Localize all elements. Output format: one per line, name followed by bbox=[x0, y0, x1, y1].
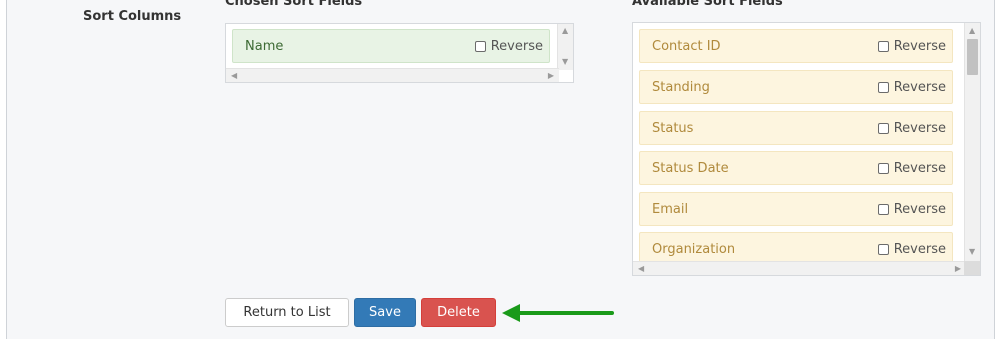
horizontal-scrollbar[interactable]: ◀ ▶ bbox=[226, 68, 559, 82]
available-field-item[interactable]: Contact ID Reverse bbox=[639, 29, 953, 63]
scroll-left-icon[interactable]: ◀ bbox=[231, 72, 237, 80]
reverse-toggle[interactable]: Reverse bbox=[877, 160, 946, 176]
reverse-checkbox[interactable] bbox=[877, 243, 889, 255]
horizontal-scrollbar[interactable]: ◀ ▶ bbox=[633, 261, 966, 275]
reverse-toggle[interactable]: Reverse bbox=[877, 201, 946, 217]
reverse-label: Reverse bbox=[893, 38, 946, 54]
delete-button[interactable]: Delete bbox=[421, 298, 496, 327]
scroll-down-icon[interactable]: ▼ bbox=[969, 248, 975, 256]
reverse-label: Reverse bbox=[893, 201, 946, 217]
chosen-fields-list[interactable]: Name Reverse ▲ ▼ ◀ ▶ bbox=[225, 23, 574, 83]
chosen-fields-header: Chosen Sort Fields bbox=[225, 0, 363, 9]
reverse-checkbox[interactable] bbox=[474, 40, 486, 52]
reverse-label: Reverse bbox=[893, 160, 946, 176]
available-field-label: Standing bbox=[652, 79, 710, 95]
reverse-label: Reverse bbox=[893, 241, 946, 257]
reverse-checkbox[interactable] bbox=[877, 81, 889, 93]
reverse-checkbox[interactable] bbox=[877, 40, 889, 52]
reverse-toggle[interactable]: Reverse bbox=[474, 38, 543, 54]
scroll-right-icon[interactable]: ▶ bbox=[955, 265, 961, 273]
available-field-item[interactable]: Standing Reverse bbox=[639, 70, 953, 104]
return-to-list-button[interactable]: Return to List bbox=[225, 298, 349, 327]
available-field-label: Status Date bbox=[652, 160, 729, 176]
reverse-toggle[interactable]: Reverse bbox=[877, 120, 946, 136]
reverse-checkbox[interactable] bbox=[877, 203, 889, 215]
scrollbar-corner bbox=[964, 261, 980, 275]
available-fields-list[interactable]: Contact ID Reverse Standing Reverse Stat… bbox=[632, 22, 981, 276]
reverse-label: Reverse bbox=[893, 120, 946, 136]
scroll-up-icon[interactable]: ▲ bbox=[562, 27, 568, 35]
available-field-label: Email bbox=[652, 201, 689, 217]
sort-form: Sort Columns Chosen Sort Fields Availabl… bbox=[6, 0, 995, 339]
reverse-toggle[interactable]: Reverse bbox=[877, 38, 946, 54]
reverse-checkbox[interactable] bbox=[877, 122, 889, 134]
green-arrow-icon bbox=[502, 304, 614, 322]
scroll-down-icon[interactable]: ▼ bbox=[562, 58, 568, 66]
available-field-label: Contact ID bbox=[652, 38, 721, 54]
scroll-left-icon[interactable]: ◀ bbox=[638, 265, 644, 273]
vertical-scrollbar[interactable]: ▲ ▼ bbox=[964, 23, 980, 261]
chosen-field-item[interactable]: Name Reverse bbox=[232, 29, 550, 63]
available-field-label: Status bbox=[652, 120, 694, 136]
available-fields-header: Available Sort Fields bbox=[632, 0, 783, 9]
available-field-item[interactable]: Status Date Reverse bbox=[639, 151, 953, 185]
reverse-label: Reverse bbox=[490, 38, 543, 54]
reverse-label: Reverse bbox=[893, 79, 946, 95]
reverse-checkbox[interactable] bbox=[877, 162, 889, 174]
scrollbar-thumb[interactable] bbox=[967, 39, 978, 75]
vertical-scrollbar[interactable]: ▲ ▼ bbox=[557, 24, 573, 70]
reverse-toggle[interactable]: Reverse bbox=[877, 79, 946, 95]
available-field-label: Organization bbox=[652, 241, 736, 257]
reverse-toggle[interactable]: Reverse bbox=[877, 241, 946, 257]
available-field-item[interactable]: Status Reverse bbox=[639, 111, 953, 145]
scroll-right-icon[interactable]: ▶ bbox=[548, 72, 554, 80]
sort-columns-label: Sort Columns bbox=[83, 9, 182, 24]
available-field-item[interactable]: Email Reverse bbox=[639, 192, 953, 226]
save-button[interactable]: Save bbox=[354, 298, 416, 327]
scroll-up-icon[interactable]: ▲ bbox=[969, 27, 975, 35]
chosen-field-label: Name bbox=[245, 38, 284, 54]
